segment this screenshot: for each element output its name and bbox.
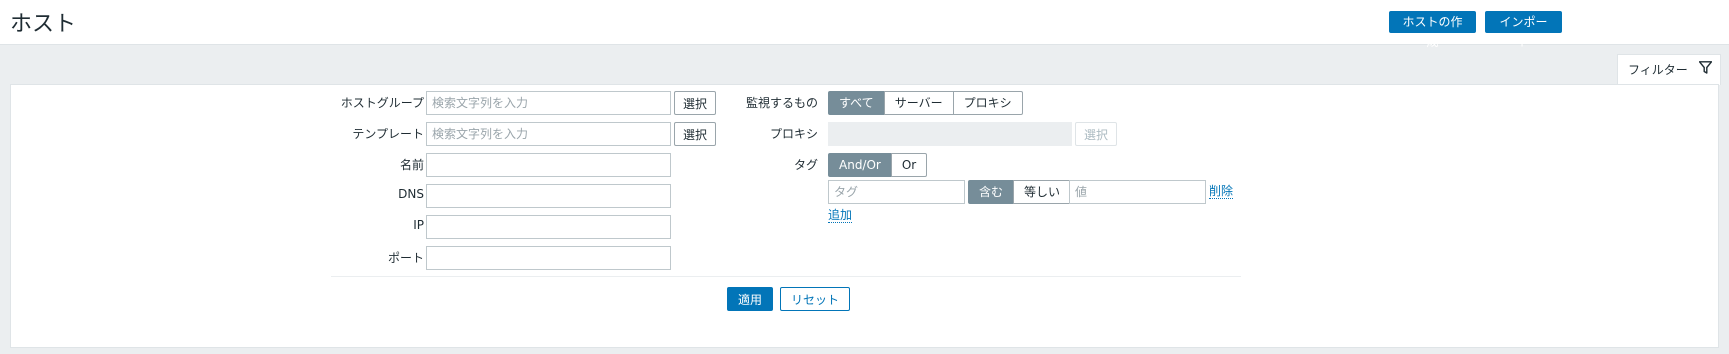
host-groups-input[interactable] (426, 91, 671, 115)
host-groups-select-button[interactable]: 選択 (674, 91, 717, 115)
monitored-by-all[interactable]: すべて (828, 91, 885, 115)
filter-divider (331, 276, 1241, 277)
tag-value-input[interactable] (1069, 180, 1206, 204)
monitored-by-segment: すべて サーバー プロキシ (828, 91, 1023, 115)
page-title: ホスト (10, 12, 77, 37)
tab-filter[interactable]: フィルター (1617, 54, 1721, 85)
tag-match-equals[interactable]: 等しい (1013, 180, 1072, 204)
templates-select-button[interactable]: 選択 (674, 122, 717, 146)
monitored-by-label: 監視するもの (745, 96, 818, 110)
tag-match-segment: 含む 等しい (968, 180, 1072, 204)
dns-label: DNS (398, 187, 424, 201)
port-label: ポート (387, 251, 424, 265)
page-header: ホスト ホストの作成 インポート (0, 0, 1729, 49)
templates-label: テンプレート (352, 127, 424, 141)
host-groups-label: ホストグループ (340, 96, 424, 110)
apply-button[interactable]: 適用 (727, 287, 774, 311)
proxy-select-button[interactable]: 選択 (1075, 122, 1118, 146)
filter-funnel-icon (1698, 61, 1713, 77)
ip-input[interactable] (426, 215, 671, 239)
monitored-by-server[interactable]: サーバー (883, 91, 954, 115)
create-host-button[interactable]: ホストの作成 (1389, 11, 1476, 49)
port-input[interactable] (426, 246, 671, 270)
name-label: 名前 (399, 158, 424, 172)
proxy-label: プロキシ (769, 127, 818, 141)
templates-input[interactable] (426, 122, 671, 146)
tags-operator-and-or[interactable]: And/Or (828, 153, 892, 177)
reset-button[interactable]: リセット (780, 287, 851, 311)
tags-operator-or[interactable]: Or (890, 153, 928, 177)
tag-name-input[interactable] (828, 180, 965, 204)
filter-tab-label: フィルター (1628, 63, 1688, 77)
monitored-by-proxy[interactable]: プロキシ (952, 91, 1023, 115)
import-button[interactable]: インポート (1485, 11, 1562, 49)
name-input[interactable] (426, 153, 671, 177)
tags-label: タグ (793, 158, 818, 172)
tag-add-link[interactable]: 追加 (828, 208, 853, 223)
proxy-input[interactable] (828, 122, 1072, 146)
filter-panel: ホストグループ 選択 テンプレート 選択 名前 DNS IP ポート 監視するも… (10, 84, 1719, 348)
tags-operator-segment: And/Or Or (828, 153, 928, 177)
ip-label: IP (413, 218, 424, 232)
tag-match-contains[interactable]: 含む (968, 180, 1015, 204)
tag-remove-link[interactable]: 削除 (1209, 184, 1234, 199)
dns-input[interactable] (426, 184, 671, 208)
